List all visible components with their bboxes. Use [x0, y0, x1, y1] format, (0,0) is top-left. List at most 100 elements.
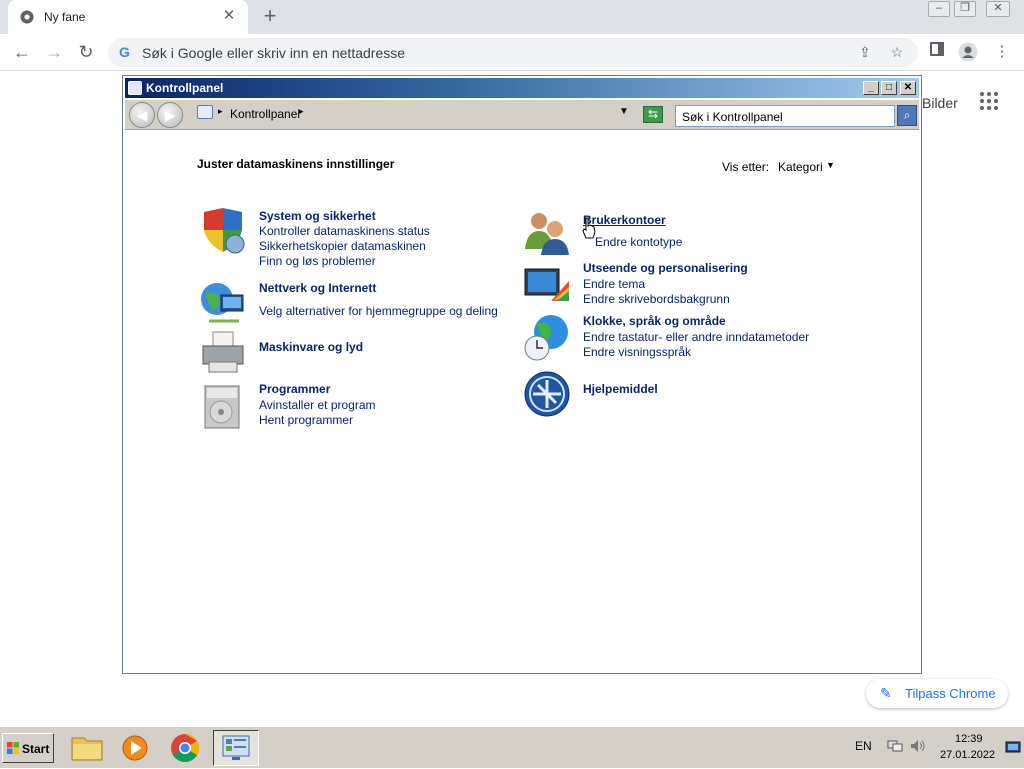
category-link[interactable]: Hent programmer — [259, 413, 353, 427]
category-hardware-sound: Maskinvare og lyd — [199, 328, 499, 378]
category-title[interactable]: Utseende og personalisering — [583, 261, 748, 275]
category-link[interactable]: Kontroller datamaskinens status — [259, 224, 430, 238]
category-link[interactable]: Velg alternativer for hjemmegruppe og de… — [259, 304, 498, 318]
control-panel-window: Kontrollpanel _ □ ✕ ◀ ▶ ▸ Kontrollpanel … — [122, 75, 922, 674]
control-panel-icon — [222, 735, 250, 760]
category-link[interactable]: Endre tema — [583, 277, 645, 291]
category-link[interactable]: Endre skrivebordsbakgrunn — [583, 292, 730, 306]
printer-icon — [202, 331, 244, 373]
breadcrumb-arrow-icon[interactable]: ▸ — [218, 106, 223, 117]
explorer-navigation-bar: ◀ ▶ ▸ Kontrollpanel ▸ ▼ ⇆ Søk i Kontroll… — [125, 100, 919, 130]
reload-icon[interactable]: ↻ — [74, 40, 98, 64]
images-link[interactable]: Bilder — [922, 95, 958, 111]
network-icon[interactable] — [887, 739, 903, 753]
category-title[interactable]: Programmer — [259, 382, 330, 396]
tab-new-tab[interactable]: Ny fane ✕ — [8, 0, 248, 34]
google-apps-icon[interactable] — [980, 92, 1000, 112]
search-placeholder: Søk i Kontrollpanel — [682, 110, 783, 124]
google-g-icon: G — [119, 44, 130, 60]
category-appearance: Utseende og personalisering Endre tema E… — [523, 261, 853, 311]
category-title[interactable]: Nettverk og Internett — [259, 281, 376, 295]
address-bar[interactable]: G Søk i Google eller skriv inn en nettad… — [108, 38, 918, 67]
category-link[interactable]: Sikkerhetskopier datamaskinen — [259, 239, 426, 253]
profile-avatar-icon[interactable] — [958, 42, 978, 62]
breadcrumb-arrow-icon[interactable]: ▸ — [299, 106, 304, 117]
globe-clock-icon — [524, 315, 568, 361]
clock-time[interactable]: 12:39 — [955, 733, 983, 745]
media-player-icon — [122, 735, 148, 761]
explorer-forward-button[interactable]: ▶ — [157, 102, 183, 128]
category-title[interactable]: Maskinvare og lyd — [259, 340, 363, 354]
explorer-address-bar[interactable]: ▸ Kontrollpanel ▸ ▼ — [195, 103, 635, 125]
category-clock-language-region: Klokke, språk og område Endre tastatur- … — [523, 314, 863, 364]
category-link[interactable]: Avinstaller et program — [259, 398, 376, 412]
control-panel-content: Juster datamaskinens innstillinger Vis e… — [125, 131, 919, 672]
customize-chrome-button[interactable]: ✎ Tilpass Chrome — [866, 679, 1008, 708]
category-link[interactable]: Finn og løs problemer — [259, 254, 376, 268]
view-by-dropdown[interactable]: Kategori — [778, 160, 823, 174]
windows-logo-icon — [7, 742, 19, 754]
forward-arrow-icon[interactable]: → — [42, 40, 66, 64]
window-maximize-button[interactable]: □ — [881, 81, 897, 95]
users-icon — [525, 213, 569, 255]
browser-minimize-button[interactable]: – — [928, 1, 950, 17]
clock-date[interactable]: 27.01.2022 — [940, 749, 995, 761]
chrome-icon — [171, 734, 199, 762]
page-heading: Juster datamaskinens innstillinger — [197, 157, 395, 171]
programs-icon — [204, 385, 240, 429]
control-panel-icon — [128, 81, 142, 95]
window-close-button[interactable]: ✕ — [900, 81, 916, 95]
category-user-accounts: Brukerkontoer Endre kontotype — [523, 209, 823, 259]
category-title[interactable]: Hjelpemiddel — [583, 382, 658, 396]
search-icon[interactable]: ⌕ — [897, 105, 917, 126]
tab-title: Ny fane — [44, 10, 86, 24]
refresh-button[interactable]: ⇆ — [643, 106, 663, 123]
bookmark-star-icon[interactable]: ☆ — [888, 43, 906, 61]
new-tab-button[interactable]: + — [258, 5, 282, 29]
customize-label: Tilpass Chrome — [905, 686, 996, 701]
start-label: Start — [22, 742, 50, 756]
taskbar-explorer-button[interactable] — [64, 730, 110, 766]
category-title[interactable]: Klokke, språk og område — [583, 314, 726, 328]
breadcrumb[interactable]: Kontrollpanel — [230, 107, 300, 121]
category-network: Nettverk og Internett Velg alternativer … — [199, 279, 539, 329]
view-by-label: Vis etter: — [722, 160, 770, 174]
folder-icon — [71, 737, 103, 761]
shield-icon — [204, 208, 245, 254]
pencil-icon: ✎ — [880, 685, 892, 701]
category-programs: Programmer Avinstaller et program Hent p… — [199, 382, 499, 432]
address-dropdown-icon[interactable]: ▼ — [619, 106, 629, 117]
chrome-menu-icon[interactable]: ⋮ — [992, 42, 1012, 62]
category-link[interactable]: Endre tastatur- eller andre inndatametod… — [583, 330, 809, 344]
browser-close-button[interactable]: ✕ — [986, 1, 1010, 17]
dropdown-caret-icon[interactable]: ▼ — [826, 160, 835, 170]
monitor-paint-icon — [524, 268, 569, 301]
explorer-back-button[interactable]: ◀ — [129, 102, 155, 128]
language-indicator[interactable]: EN — [855, 739, 872, 753]
show-desktop-icon[interactable] — [1005, 741, 1021, 755]
category-system-security: System og sikkerhet Kontroller datamaski… — [199, 206, 499, 268]
start-button[interactable]: Start — [2, 733, 54, 763]
side-panel-icon[interactable] — [927, 42, 947, 62]
browser-restore-button[interactable]: ❐ — [954, 1, 976, 17]
category-title[interactable]: System og sikkerhet — [259, 209, 376, 223]
taskbar-media-player-button[interactable] — [112, 730, 158, 766]
taskbar-chrome-button[interactable] — [162, 730, 208, 766]
window-titlebar[interactable]: Kontrollpanel _ □ ✕ — [125, 78, 919, 98]
category-link[interactable]: Endre visningsspråk — [583, 345, 691, 359]
hand-pointer-cursor-icon — [582, 217, 596, 239]
tab-close-icon[interactable]: ✕ — [220, 7, 238, 25]
control-panel-icon — [197, 105, 213, 119]
control-panel-search-input[interactable]: Søk i Kontrollpanel — [675, 105, 895, 127]
window-minimize-button[interactable]: _ — [863, 81, 879, 95]
share-icon[interactable]: ⇪ — [856, 43, 874, 61]
category-link[interactable]: Endre kontotype — [595, 235, 682, 249]
address-placeholder: Søk i Google eller skriv inn en nettadre… — [142, 45, 406, 61]
category-ease-of-access: Hjelpemiddel — [523, 370, 823, 418]
back-arrow-icon[interactable]: ← — [10, 40, 34, 64]
network-globe-icon — [201, 283, 244, 323]
taskbar: Start EN 12:39 27.01.2022 — [0, 726, 1024, 768]
window-title: Kontrollpanel — [146, 81, 224, 95]
taskbar-control-panel-button[interactable] — [213, 730, 259, 766]
volume-icon[interactable] — [910, 739, 926, 753]
